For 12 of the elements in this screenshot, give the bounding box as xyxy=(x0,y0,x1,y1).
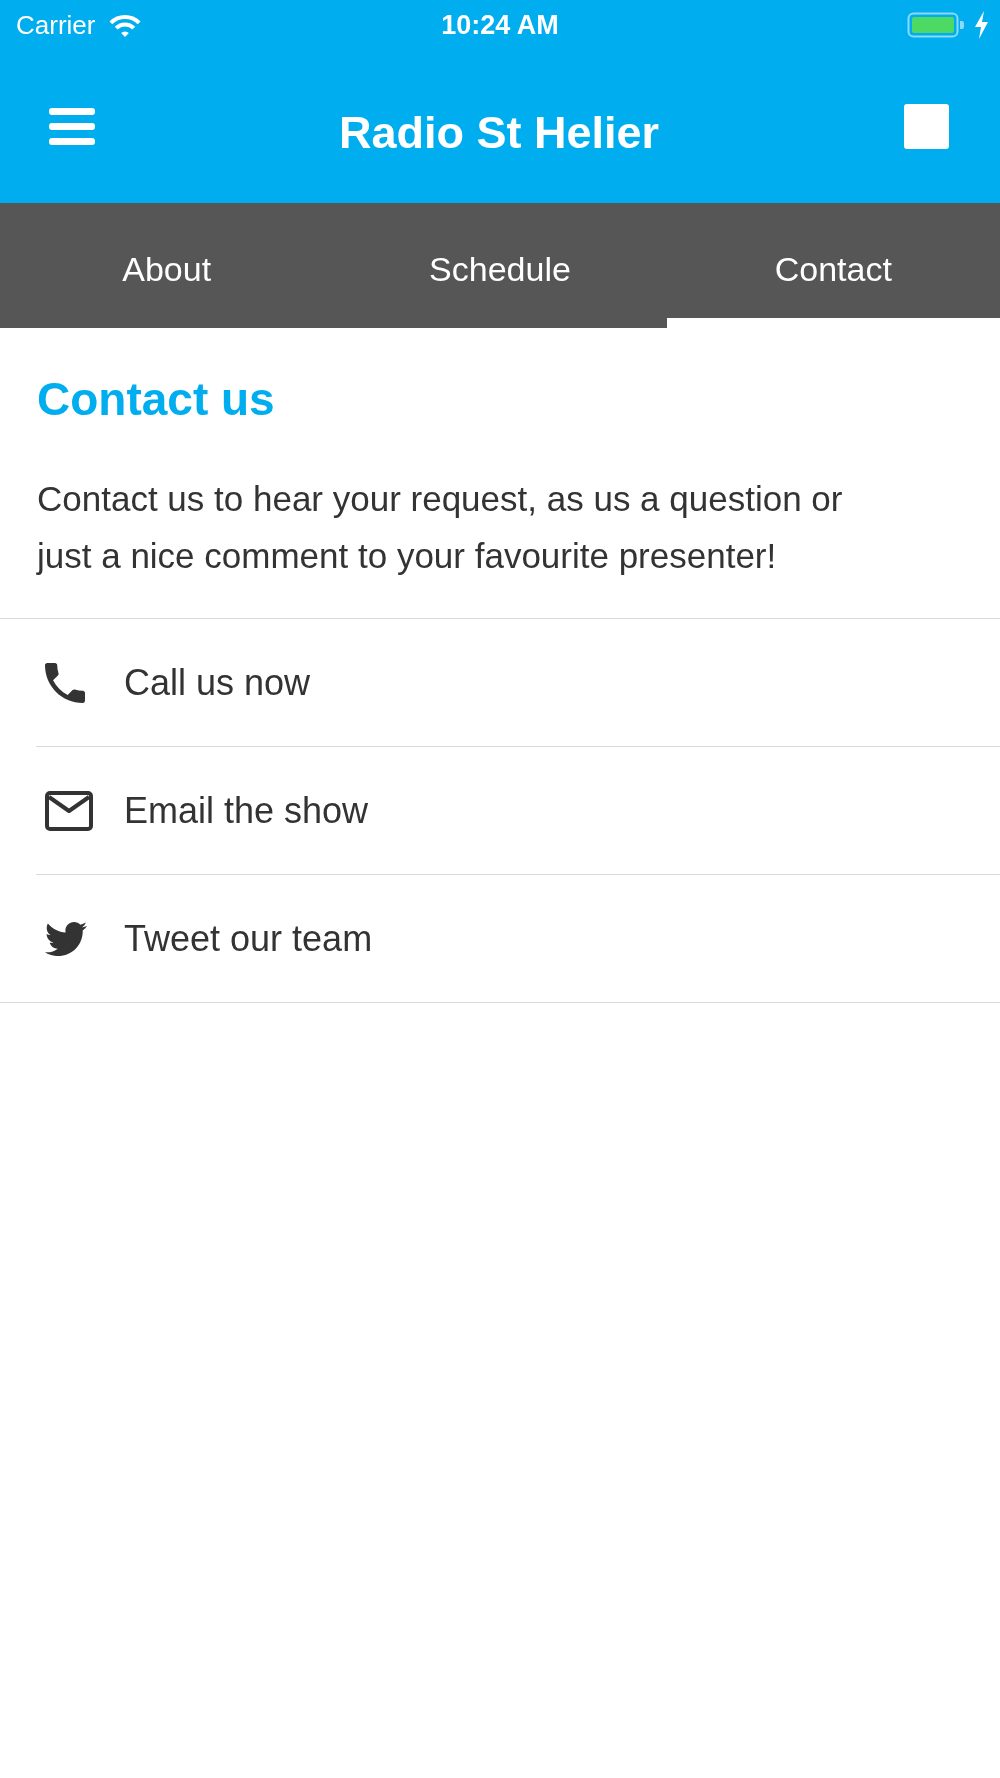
section-heading: Contact us xyxy=(37,372,276,426)
menu-icon[interactable] xyxy=(49,108,95,145)
battery-icon xyxy=(907,12,964,38)
charging-bolt-icon xyxy=(974,11,989,39)
app-title: Radio St Helier xyxy=(338,106,660,159)
bird-icon xyxy=(45,921,87,956)
envelope-icon xyxy=(45,790,93,831)
phone-icon xyxy=(45,662,85,703)
clock-time: 10:24 AM xyxy=(441,9,559,41)
carrier-label: Carrier xyxy=(16,9,96,41)
description-text: Contact us to hear your request, as us a question or just a nice comment to your favourite presenter! xyxy=(37,478,844,577)
wifi-icon xyxy=(108,12,143,38)
